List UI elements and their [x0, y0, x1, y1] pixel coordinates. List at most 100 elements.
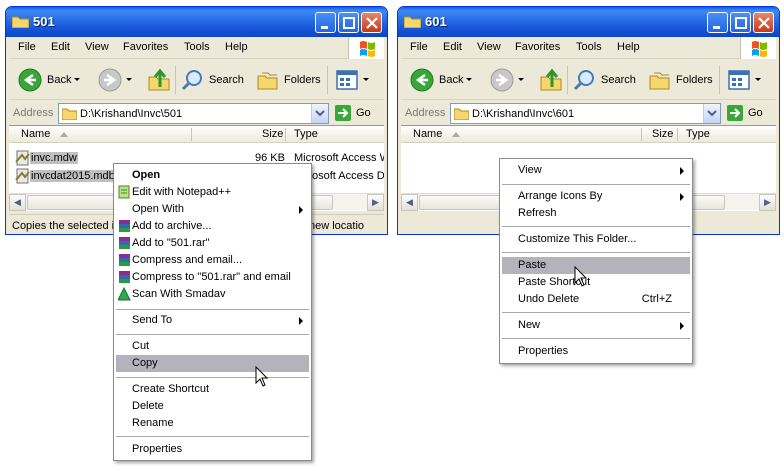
- submenu-arrow-icon: [680, 193, 684, 201]
- column-type[interactable]: Type: [294, 128, 318, 140]
- menu-paste[interactable]: Paste: [502, 257, 690, 274]
- back-button[interactable]: Back: [409, 66, 475, 94]
- column-size[interactable]: Size: [262, 128, 283, 140]
- menu-rename[interactable]: Rename: [116, 415, 309, 432]
- submenu-arrow-icon: [299, 206, 303, 214]
- menu-favorites[interactable]: Favorites: [515, 41, 560, 53]
- views-button[interactable]: [727, 66, 763, 94]
- menu-open-with[interactable]: Open With: [116, 201, 309, 218]
- maximize-button[interactable]: [338, 12, 359, 33]
- close-button[interactable]: [361, 12, 382, 33]
- menu-open[interactable]: Open: [116, 167, 309, 184]
- address-path: D:\Krishand\Invc\501: [80, 108, 183, 120]
- address-label: Address: [13, 107, 54, 119]
- menu-edit-notepad[interactable]: Edit with Notepad++: [116, 184, 309, 201]
- menu-file[interactable]: File: [410, 41, 428, 53]
- winrar-icon: [119, 254, 130, 266]
- access-file-icon: [15, 168, 30, 184]
- search-button[interactable]: Search: [181, 66, 244, 94]
- menu-scan-smadav[interactable]: Scan With Smadav: [116, 286, 309, 303]
- menu-copy[interactable]: Copy: [116, 355, 309, 372]
- folder-context-menu: View Arrange Icons By Refresh Customize …: [499, 158, 693, 364]
- menu-create-shortcut[interactable]: Create Shortcut: [116, 381, 309, 398]
- search-button[interactable]: Search: [573, 66, 636, 94]
- menu-tools[interactable]: Tools: [184, 41, 210, 53]
- menu-view[interactable]: View: [477, 41, 501, 53]
- menu-properties[interactable]: Properties: [116, 441, 309, 458]
- up-folder-button[interactable]: [538, 66, 564, 94]
- column-name[interactable]: Name: [21, 128, 50, 140]
- title-bar[interactable]: 601: [398, 7, 779, 37]
- maximize-icon: [735, 17, 747, 29]
- menu-edit[interactable]: Edit: [51, 41, 70, 53]
- address-path: D:\Krishand\Invc\601: [472, 108, 575, 120]
- search-icon: [181, 70, 202, 91]
- column-type[interactable]: Type: [686, 128, 710, 140]
- menu-help[interactable]: Help: [617, 41, 640, 53]
- menu-refresh[interactable]: Refresh: [502, 205, 690, 222]
- scroll-left-button[interactable]: ◀: [9, 194, 26, 211]
- chevron-right-icon: ▶: [372, 197, 379, 207]
- menu-view[interactable]: View: [85, 41, 109, 53]
- go-button[interactable]: Go: [726, 104, 763, 122]
- access-file-icon: [15, 150, 30, 166]
- address-input[interactable]: D:\Krishand\Invc\501: [58, 103, 329, 124]
- menu-edit[interactable]: Edit: [443, 41, 462, 53]
- menu-cut[interactable]: Cut: [116, 338, 309, 355]
- folders-label: Folders: [676, 74, 713, 86]
- menu-add-rar[interactable]: Add to "501.rar": [116, 235, 309, 252]
- folder-icon: [62, 108, 77, 120]
- chevron-down-icon: [126, 78, 132, 81]
- file-context-menu: Open Edit with Notepad++ Open With Add t…: [113, 163, 312, 461]
- column-size[interactable]: Size: [652, 128, 673, 140]
- column-header: Name Size Type: [9, 126, 384, 143]
- column-name[interactable]: Name: [413, 128, 442, 140]
- menu-add-archive[interactable]: Add to archive...: [116, 218, 309, 235]
- chevron-left-icon: ◀: [406, 197, 413, 207]
- minimize-button[interactable]: [707, 12, 728, 33]
- folders-button[interactable]: Folders: [256, 66, 321, 94]
- menu-favorites[interactable]: Favorites: [123, 41, 168, 53]
- scroll-right-button[interactable]: ▶: [367, 194, 384, 211]
- close-button[interactable]: [753, 12, 774, 33]
- maximize-button[interactable]: [730, 12, 751, 33]
- folder-icon: [454, 108, 469, 120]
- forward-button[interactable]: [489, 66, 527, 94]
- shortcut-key: Ctrl+Z: [641, 293, 672, 305]
- submenu-arrow-icon: [299, 317, 303, 325]
- folders-button[interactable]: Folders: [648, 66, 713, 94]
- menu-properties[interactable]: Properties: [502, 343, 690, 360]
- scroll-left-button[interactable]: ◀: [401, 194, 418, 211]
- title-bar[interactable]: 501: [6, 7, 387, 37]
- status-text-right: new locatio: [309, 220, 365, 232]
- views-button[interactable]: [335, 66, 371, 94]
- up-folder-button[interactable]: [146, 66, 172, 94]
- menu-arrange-icons[interactable]: Arrange Icons By: [502, 188, 690, 205]
- menu-view[interactable]: View: [502, 162, 690, 179]
- menu-new[interactable]: New: [502, 317, 690, 334]
- search-label: Search: [209, 74, 244, 86]
- menu-bar: File Edit View Favorites Tools Help: [9, 37, 384, 59]
- address-input[interactable]: D:\Krishand\Invc\601: [450, 103, 721, 124]
- minimize-icon: [321, 26, 328, 29]
- scroll-right-button[interactable]: ▶: [759, 194, 776, 211]
- menu-compress-email[interactable]: Compress and email...: [116, 252, 309, 269]
- address-dropdown-button[interactable]: [311, 104, 328, 123]
- back-button[interactable]: Back: [17, 66, 83, 94]
- menu-delete[interactable]: Delete: [116, 398, 309, 415]
- menu-undo-delete[interactable]: Undo Delete Ctrl+Z: [502, 291, 690, 308]
- address-dropdown-button[interactable]: [703, 104, 720, 123]
- menu-paste-shortcut[interactable]: Paste Shortcut: [502, 274, 690, 291]
- forward-button[interactable]: [97, 66, 135, 94]
- minimize-button[interactable]: [315, 12, 336, 33]
- menu-help[interactable]: Help: [225, 41, 248, 53]
- menu-file[interactable]: File: [18, 41, 36, 53]
- submenu-arrow-icon: [680, 322, 684, 330]
- menu-tools[interactable]: Tools: [576, 41, 602, 53]
- winrar-icon: [119, 237, 130, 249]
- menu-customize-folder[interactable]: Customize This Folder...: [502, 231, 690, 248]
- chevron-left-icon: ◀: [14, 197, 21, 207]
- menu-compress-rar-email[interactable]: Compress to "501.rar" and email: [116, 269, 309, 286]
- menu-send-to[interactable]: Send To: [116, 312, 309, 329]
- go-button[interactable]: Go: [334, 104, 371, 122]
